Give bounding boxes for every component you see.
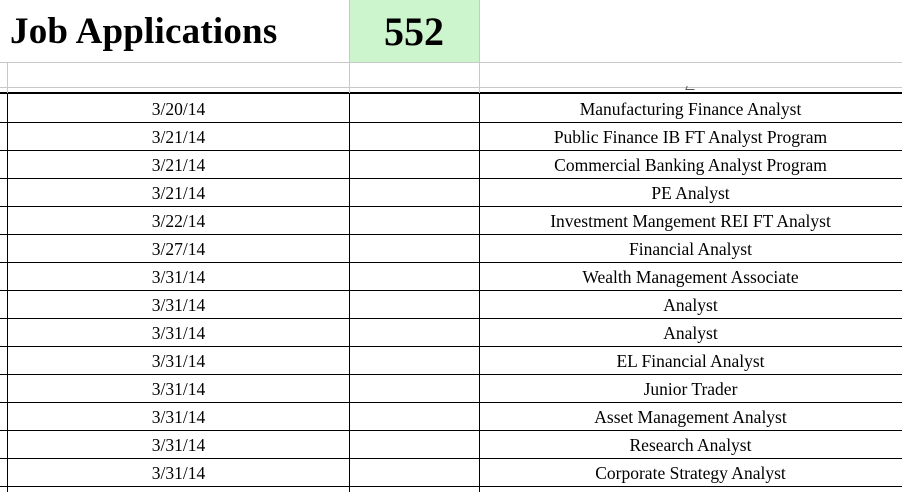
table-row: 3/31/14 Wealth Management Associate	[0, 263, 902, 291]
table-row: 3/31/14 Analyst	[0, 319, 902, 347]
table-border	[479, 93, 480, 492]
table-row: 3/31/14 Analyst	[0, 291, 902, 319]
date-cell[interactable]: 3/21/14	[8, 123, 349, 151]
date-cell[interactable]: 3/21/14	[8, 151, 349, 179]
table-row: 3/22/14 Investment Mangement REI FT Analy…	[0, 207, 902, 235]
header-empty-cell[interactable]	[479, 0, 902, 62]
spacer-cell[interactable]	[349, 63, 479, 87]
position-cell[interactable]: PE Analyst	[479, 179, 902, 207]
table-row: 3/31/14 Junior Trader	[0, 375, 902, 403]
position-cell[interactable]: Commercial Banking Analyst Program	[479, 151, 902, 179]
date-cell[interactable]: 3/31/14	[8, 459, 349, 487]
empty-cell[interactable]	[349, 319, 479, 347]
table-row: 3/21/14 Public Finance IB FT Analyst Prog…	[0, 123, 902, 151]
empty-cell[interactable]	[349, 207, 479, 235]
empty-cell[interactable]	[349, 95, 479, 123]
table-border	[7, 93, 8, 492]
date-cell[interactable]: 3/22/14	[8, 207, 349, 235]
position-cell[interactable]: Analyst	[479, 291, 902, 319]
date-cell[interactable]: 3/20/14	[8, 95, 349, 123]
spacer-cell[interactable]	[0, 63, 349, 87]
applications-table: 3/20/14 Manufacturing Finance Analyst 3/21…	[0, 95, 902, 487]
empty-cell[interactable]	[349, 347, 479, 375]
table-top-border	[0, 92, 902, 94]
date-cell[interactable]: 3/31/14	[8, 403, 349, 431]
cell-overflow-mark	[685, 86, 696, 90]
position-cell[interactable]: Asset Management Analyst	[479, 403, 902, 431]
application-count: 552	[384, 8, 444, 54]
position-cell[interactable]: Financial Analyst	[479, 235, 902, 263]
empty-cell[interactable]	[349, 235, 479, 263]
position-cell[interactable]: Corporate Strategy Analyst	[479, 459, 902, 487]
grid-line	[0, 87, 902, 88]
position-cell[interactable]: Wealth Management Associate	[479, 263, 902, 291]
sheet-title: Job Applications	[10, 10, 278, 52]
spacer-cell[interactable]	[479, 63, 902, 87]
empty-cell[interactable]	[349, 459, 479, 487]
table-row: 3/21/14 Commercial Banking Analyst Progra…	[0, 151, 902, 179]
date-cell[interactable]: 3/21/14	[8, 179, 349, 207]
date-cell[interactable]: 3/27/14	[8, 235, 349, 263]
grid-line	[7, 62, 8, 93]
spreadsheet: Job Applications 552 3/20/14 Manufacturin…	[0, 0, 902, 492]
date-cell[interactable]: 3/31/14	[8, 347, 349, 375]
empty-cell[interactable]	[349, 375, 479, 403]
table-border	[349, 93, 350, 492]
date-cell[interactable]: 3/31/14	[8, 375, 349, 403]
date-cell[interactable]: 3/31/14	[8, 319, 349, 347]
table-row: 3/31/14 EL Financial Analyst	[0, 347, 902, 375]
date-cell[interactable]: 3/31/14	[8, 263, 349, 291]
grid-line	[349, 0, 350, 93]
date-cell[interactable]: 3/31/14	[8, 431, 349, 459]
table-row: 3/20/14 Manufacturing Finance Analyst	[0, 95, 902, 123]
table-row: 3/27/14 Financial Analyst	[0, 235, 902, 263]
title-cell[interactable]: Job Applications	[0, 0, 349, 62]
empty-cell[interactable]	[349, 123, 479, 151]
count-cell[interactable]: 552	[349, 0, 479, 62]
empty-cell[interactable]	[349, 431, 479, 459]
position-cell[interactable]: Analyst	[479, 319, 902, 347]
empty-cell[interactable]	[349, 291, 479, 319]
position-cell[interactable]: Public Finance IB FT Analyst Program	[479, 123, 902, 151]
table-row: 3/31/14 Research Analyst	[0, 431, 902, 459]
table-row: 3/31/14 Asset Management Analyst	[0, 403, 902, 431]
empty-cell[interactable]	[349, 403, 479, 431]
position-cell[interactable]: Research Analyst	[479, 431, 902, 459]
table-row: 3/21/14 PE Analyst	[0, 179, 902, 207]
empty-cell[interactable]	[349, 179, 479, 207]
position-cell[interactable]: Investment Mangement REI FT Analyst	[479, 207, 902, 235]
empty-cell[interactable]	[349, 151, 479, 179]
grid-line	[479, 0, 480, 93]
date-cell[interactable]: 3/31/14	[8, 291, 349, 319]
table-row: 3/31/14 Corporate Strategy Analyst	[0, 459, 902, 487]
position-cell[interactable]: Junior Trader	[479, 375, 902, 403]
position-cell[interactable]: Manufacturing Finance Analyst	[479, 95, 902, 123]
empty-cell[interactable]	[349, 263, 479, 291]
position-cell[interactable]: EL Financial Analyst	[479, 347, 902, 375]
